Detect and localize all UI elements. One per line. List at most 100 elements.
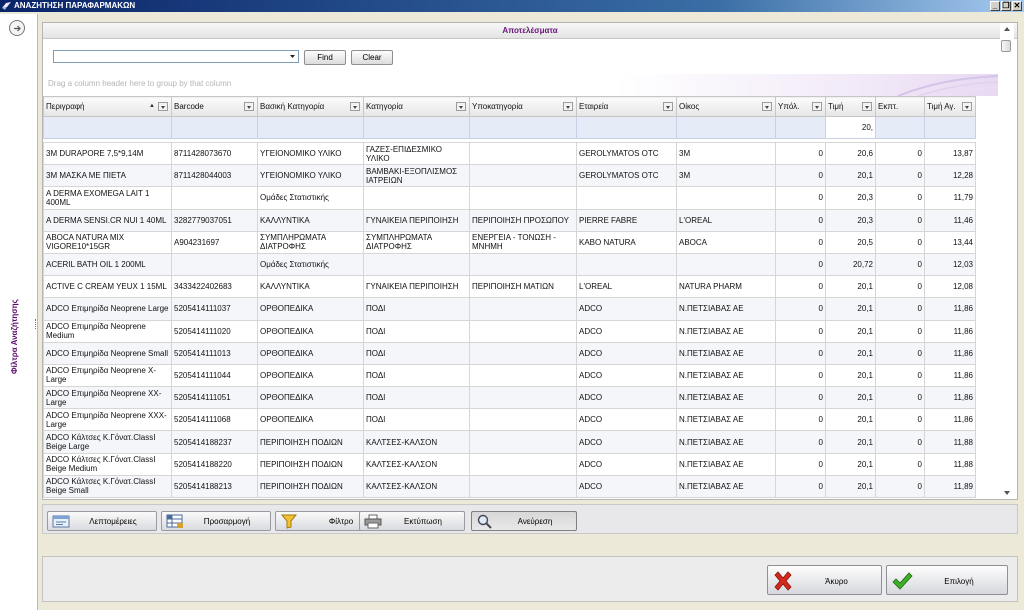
search-input[interactable] [54,51,284,62]
select-button[interactable]: Επιλογή [886,565,1008,595]
filter-dropdown-icon[interactable] [862,102,872,111]
cell-price[interactable]: 20,1 [825,408,876,432]
cell-subcategory[interactable] [469,164,577,188]
table-row[interactable]: ABOCA NATURA MIX VIGORE10*15GR A904231697… [43,230,976,254]
cell-barcode[interactable]: 5205414188213 [171,474,258,499]
restore-button[interactable]: ❐ [1001,1,1011,11]
cell-balance[interactable]: 0 [775,386,826,410]
cell-balance[interactable]: 0 [775,341,826,365]
filter-cell[interactable] [469,116,577,139]
cell-discount[interactable]: 0 [875,474,925,499]
cell-discount[interactable]: 0 [875,164,925,188]
cell-purchase-price[interactable]: 11,86 [924,319,976,343]
filter-cell[interactable] [363,116,470,139]
column-header-main-category[interactable]: Βασική Κατηγορία [257,96,364,117]
scroll-down-icon[interactable] [1003,490,1011,496]
cell-barcode[interactable]: 5205414111020 [171,319,258,343]
cell-subcategory[interactable]: ΕΝΕΡΓΕΙΑ - ΤΟΝΩΣΗ - ΜΝΗΜΗ [469,230,577,254]
cell-company[interactable]: GEROLYMATOS OTC [576,164,677,188]
cell-discount[interactable]: 0 [875,363,925,388]
vertical-scrollbar[interactable] [1000,23,1014,499]
filter-cell[interactable] [43,116,172,139]
filter-cell[interactable] [676,116,776,139]
cell-category[interactable]: ΓΥΝΑΙΚΕΙΑ ΠΕΡΙΠΟΙΗΣΗ [363,275,470,299]
table-row[interactable]: ADCO Κάλτσες Κ.Γόνατ.ClassI Beige Large 5… [43,430,976,454]
cell-description[interactable]: 3M ΜΑΣΚΑ ΜΕ ΠΙΕΤΑ [43,164,172,188]
cell-barcode[interactable]: 5205414111051 [171,386,258,410]
cell-purchase-price[interactable]: 11,86 [924,408,976,432]
cell-house[interactable]: Ν.ΠΕΤΣΙΑΒΑΣ ΑΕ [676,474,776,499]
cell-purchase-price[interactable]: 11,88 [924,452,976,476]
cell-price[interactable]: 20,1 [825,363,876,388]
table-row[interactable]: ACERIL BATH OIL 1 200ML Ομάδες Στατιστική… [43,252,976,277]
cell-purchase-price[interactable]: 11,88 [924,430,976,454]
group-by-panel[interactable]: Drag a column header here to group by th… [43,74,998,96]
cell-company[interactable]: PIERRE FABRE [576,208,677,232]
filter-cell[interactable] [576,116,677,139]
cell-price[interactable]: 20,1 [825,474,876,499]
cell-subcategory[interactable] [469,319,577,343]
cell-company[interactable]: ADCO [576,386,677,410]
cell-discount[interactable]: 0 [875,319,925,343]
cell-balance[interactable]: 0 [775,430,826,454]
cell-barcode[interactable]: 5205414111013 [171,341,258,365]
cell-balance[interactable]: 0 [775,408,826,432]
cell-discount[interactable]: 0 [875,252,925,277]
print-button[interactable]: Εκτύπωση [359,511,465,531]
panel-splitter-handle[interactable] [35,319,37,329]
cell-discount[interactable]: 0 [875,275,925,299]
table-row[interactable]: 3M ΜΑΣΚΑ ΜΕ ΠΙΕΤΑ 8711428044003 ΥΓΕΙΟΝΟΜΙΚ… [43,164,976,188]
cell-category[interactable]: ΓΑΖΕΣ-ΕΠΙΔΕΣΜΙΚΟ ΥΛΙΚΟ [363,141,470,166]
cell-company[interactable]: L'OREAL [576,275,677,299]
filter-cell[interactable] [257,116,364,139]
cell-main-category[interactable]: ΚΑΛΛΥΝΤΙΚΑ [257,275,364,299]
cell-main-category[interactable]: ΥΓΕΙΟΝΟΜΙΚΟ ΥΛΙΚΟ [257,141,364,166]
filter-cell[interactable] [924,116,976,139]
cell-description[interactable]: ADCO Κάλτσες Κ.Γόνατ.ClassI Beige Large [43,430,172,454]
cell-balance[interactable]: 0 [775,208,826,232]
cell-discount[interactable]: 0 [875,430,925,454]
column-header-purchase-price[interactable]: Τιμή Αγ. [924,96,976,117]
minimize-button[interactable]: _ [990,1,1000,11]
cell-company[interactable]: ADCO [576,363,677,388]
cancel-button[interactable]: Άκυρο [767,565,882,595]
filter-dropdown-icon[interactable] [962,102,972,111]
cell-house[interactable]: Ν.ΠΕΤΣΙΑΒΑΣ ΑΕ [676,319,776,343]
cell-balance[interactable]: 0 [775,252,826,277]
cell-main-category[interactable]: ΠΕΡΙΠΟΙΗΣΗ ΠΟΔΙΩΝ [257,452,364,476]
cell-main-category[interactable]: ΟΡΘΟΠΕΔΙΚΑ [257,297,364,321]
cell-purchase-price[interactable]: 11,86 [924,386,976,410]
table-row[interactable]: ADCO Επιμηρίδα Neoprene Large 52054141110… [43,297,976,321]
filter-dropdown-icon[interactable] [456,102,466,111]
search-combo[interactable] [53,50,299,63]
cell-category[interactable]: ΠΟΔΙ [363,363,470,388]
cell-company[interactable]: ADCO [576,474,677,499]
cell-house[interactable]: Ν.ΠΕΤΣΙΑΒΑΣ ΑΕ [676,341,776,365]
filter-dropdown-icon[interactable] [350,102,360,111]
cell-price[interactable]: 20,3 [825,186,876,210]
column-header-category[interactable]: Κατηγορία [363,96,470,117]
expand-panel-button[interactable] [9,20,25,36]
cell-house[interactable]: Ν.ΠΕΤΣΙΑΒΑΣ ΑΕ [676,452,776,476]
cell-purchase-price[interactable]: 11,86 [924,341,976,365]
cell-purchase-price[interactable]: 11,86 [924,297,976,321]
cell-purchase-price[interactable]: 13,44 [924,230,976,254]
cell-main-category[interactable]: ΚΑΛΛΥΝΤΙΚΑ [257,208,364,232]
cell-house[interactable]: ABOCA [676,230,776,254]
column-header-discount[interactable]: Εκπτ. [875,96,925,117]
cell-description[interactable]: ADCO Επιμηρίδα Neoprene Small [43,341,172,365]
column-header-price[interactable]: Τιμή [825,96,876,117]
cell-subcategory[interactable] [469,341,577,365]
find-button[interactable]: Find [304,50,346,65]
cell-price[interactable]: 20,1 [825,341,876,365]
cell-balance[interactable]: 0 [775,275,826,299]
cell-discount[interactable]: 0 [875,141,925,166]
cell-discount[interactable]: 0 [875,186,925,210]
table-row[interactable]: ADCO Επιμηρίδα Neoprene XX-Large 52054141… [43,386,976,410]
cell-description[interactable]: ADCO Κάλτσες Κ.Γόνατ.ClassI Beige Small [43,474,172,499]
cell-price[interactable]: 20,1 [825,386,876,410]
cell-barcode[interactable]: 3282779037051 [171,208,258,232]
cell-barcode[interactable]: 5205414188237 [171,430,258,454]
cell-subcategory[interactable] [469,141,577,166]
cell-price[interactable]: 20,3 [825,208,876,232]
